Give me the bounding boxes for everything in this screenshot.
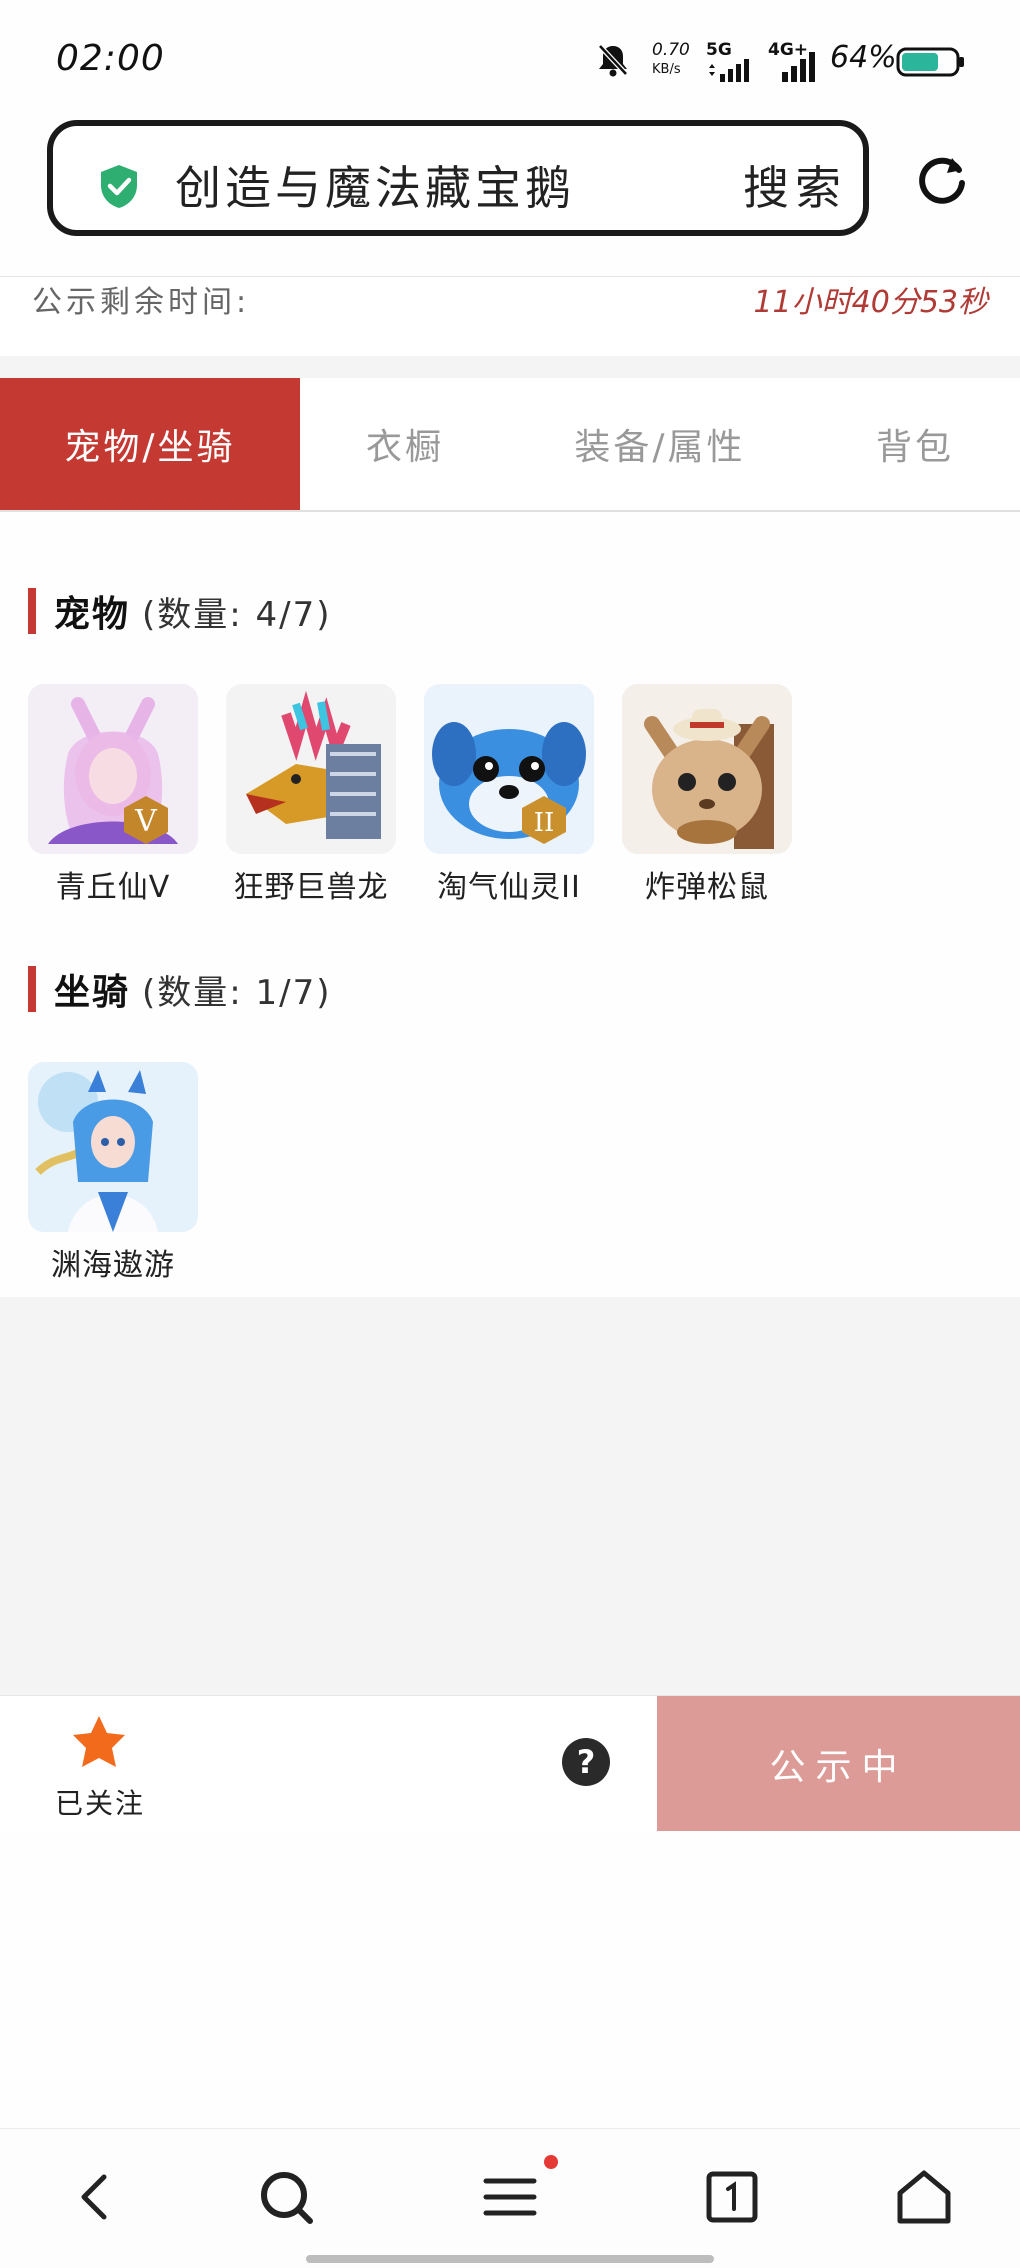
mute-bell-icon <box>597 43 629 77</box>
pet-item[interactable]: 狂野巨兽龙 <box>226 684 396 906</box>
pet-item[interactable]: V 青丘仙V <box>28 684 198 906</box>
section-marker <box>28 588 36 634</box>
bomb-squirrel-portrait <box>622 684 792 854</box>
search-bar[interactable]: 创造与魔法藏宝鹅 搜索 <box>47 120 869 236</box>
search-icon[interactable] <box>254 2165 318 2229</box>
pets-count: (数量: 4/7) <box>142 594 332 635</box>
follow-label: 已关注 <box>54 1787 145 1820</box>
countdown-label: 公示剩余时间: <box>32 285 251 320</box>
pet-name: 淘气仙灵II <box>437 870 581 905</box>
star-icon <box>73 1716 125 1767</box>
countdown-row: 公示剩余时间: 11小时40分53秒 <box>0 276 1020 357</box>
tab-bar: 宠物/坐骑 衣橱 装备/属性 背包 <box>0 378 1020 512</box>
tab-pets-mounts[interactable]: 宠物/坐骑 <box>0 378 300 510</box>
sea-wanderer-portrait <box>28 1062 198 1232</box>
tabs-icon[interactable] <box>700 2165 764 2229</box>
security-shield-icon <box>101 165 137 208</box>
back-icon[interactable] <box>64 2165 128 2229</box>
pet-name: 青丘仙V <box>55 870 171 905</box>
battery-percent: 64% <box>830 40 897 75</box>
search-input[interactable]: 创造与魔法藏宝鹅 <box>175 152 575 218</box>
tab-backpack[interactable]: 背包 <box>810 378 1020 510</box>
pet-name: 狂野巨兽龙 <box>233 870 389 905</box>
blue-puppy-portrait: II <box>424 684 594 854</box>
fox-fairy-portrait: V <box>28 684 198 854</box>
publish-status-button[interactable]: 公示中 <box>657 1696 1020 1831</box>
pet-item[interactable]: 炸弹松鼠 <box>622 684 792 906</box>
battery-icon <box>896 47 964 77</box>
browser-nav-bar <box>0 2128 1020 2268</box>
svg-text:II: II <box>534 808 555 838</box>
menu-icon[interactable] <box>478 2165 542 2229</box>
section-divider <box>0 356 1020 378</box>
notification-dot <box>544 2155 558 2169</box>
search-button[interactable]: 搜索 <box>743 152 847 218</box>
svg-text:V: V <box>134 804 158 839</box>
help-button[interactable]: ? <box>562 1738 610 1786</box>
follow-button[interactable]: 已关注 <box>30 1706 170 1826</box>
signal-bars-icon <box>709 59 749 82</box>
mounts-count: (数量: 1/7) <box>142 972 332 1013</box>
tab-wardrobe[interactable]: 衣橱 <box>300 378 510 510</box>
net-speed-unit: KB/s <box>652 62 681 77</box>
refresh-icon[interactable] <box>912 150 972 210</box>
status-time: 02:00 <box>56 38 165 79</box>
pets-section-title: 宠物 (数量: 4/7) <box>28 588 332 635</box>
signal-bars-2-icon <box>782 52 815 82</box>
home-icon[interactable] <box>892 2165 956 2229</box>
countdown-value: 11小时40分53秒 <box>753 285 988 320</box>
mount-name: 渊海遨游 <box>51 1248 175 1283</box>
action-bar: 已关注 ? 公示中 <box>0 1695 1020 1831</box>
pet-item[interactable]: II 淘气仙灵II <box>424 684 594 906</box>
mounts-section-title: 坐骑 (数量: 1/7) <box>28 966 332 1013</box>
pet-name: 炸弹松鼠 <box>645 870 769 905</box>
wild-dragon-portrait <box>226 684 396 854</box>
pets-title: 宠物 <box>54 594 131 635</box>
net-speed-value: 0.70 <box>652 40 690 60</box>
empty-area <box>0 1297 1020 1695</box>
section-marker <box>28 966 36 1012</box>
home-indicator[interactable] <box>306 2255 714 2263</box>
mounts-title: 坐骑 <box>54 972 131 1013</box>
status-bar: 02:00 0.70 KB/s 5G 4G+ 64% <box>0 0 1020 115</box>
tab-equipment[interactable]: 装备/属性 <box>510 378 810 510</box>
mount-item[interactable]: 渊海遨游 <box>28 1062 198 1284</box>
